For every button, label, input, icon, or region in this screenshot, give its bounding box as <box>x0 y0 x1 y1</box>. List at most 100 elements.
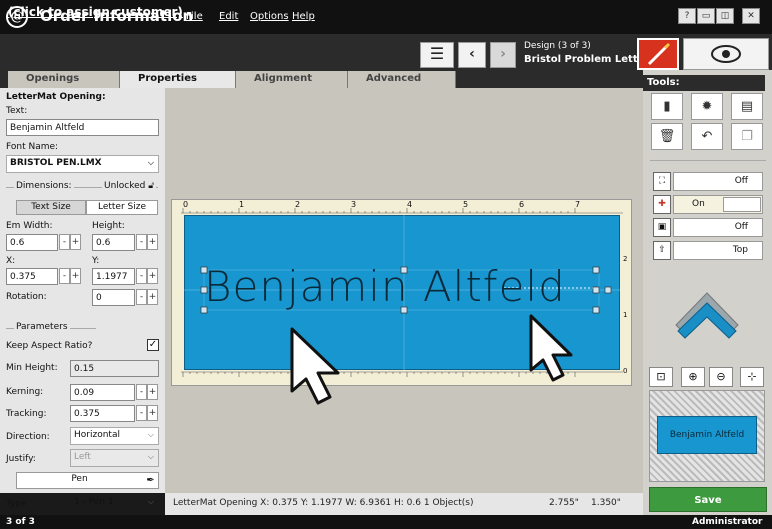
chevron-down-icon: ⌵ <box>147 158 154 167</box>
text-label: Text: <box>6 106 28 116</box>
font-value: BRISTOL PEN.LMX <box>10 158 102 168</box>
cursor-arrow-icon <box>529 314 573 382</box>
ruler-label: 7 <box>575 200 581 209</box>
close-icon[interactable]: ✕ <box>742 8 760 24</box>
help-icon[interactable]: ? <box>678 8 696 24</box>
font-name-label: Font Name: <box>6 142 59 152</box>
frame-toggle-value: Off <box>673 172 763 191</box>
tab-properties[interactable]: Properties <box>120 71 236 88</box>
ruler-label: 4 <box>407 200 413 209</box>
undo-icon[interactable]: ↶ <box>691 123 723 150</box>
min-height-input[interactable]: 0.15 <box>70 360 159 377</box>
tracking-input[interactable]: 0.375 <box>70 405 135 422</box>
minimize-icon[interactable]: ▭ <box>697 8 715 24</box>
em-width-input[interactable]: 0.6 <box>6 234 58 251</box>
type-label: Type <box>6 499 27 509</box>
tab-advanced[interactable]: Advanced <box>348 71 456 88</box>
tab-openings[interactable]: Openings <box>8 71 120 88</box>
type-select[interactable]: 1 - Pen 1 ⌵ <box>70 494 159 512</box>
parameters-label: Parameters <box>14 322 70 332</box>
font-select[interactable]: BRISTOL PEN.LMX ⌵ <box>6 155 159 173</box>
preview-button[interactable] <box>683 38 769 70</box>
tab-alignment[interactable]: Alignment <box>236 71 348 88</box>
zoom-fit-icon[interactable]: ⊡ <box>649 367 673 387</box>
unlocked-label[interactable]: Unlocked 🔓︎ <box>102 181 157 191</box>
save-button[interactable]: Save <box>649 487 767 512</box>
status-height: 1.350" <box>591 498 621 508</box>
prev-design-button[interactable]: ‹ <box>458 42 486 68</box>
frame-icon: ⛶ <box>653 172 671 191</box>
ruler-label: 0 <box>183 200 189 209</box>
center-cross-icon: ✚ <box>653 195 671 214</box>
footer-bar: 3 of 3 Administrator <box>0 515 772 529</box>
ruler-label: 1 <box>239 200 245 209</box>
design-counter: Design (3 of 3) <box>524 41 591 51</box>
height-input[interactable]: 0.6 <box>92 234 135 251</box>
restore-icon[interactable]: ◫ <box>716 8 734 24</box>
text-input[interactable]: Benjamin Altfeld <box>6 119 159 136</box>
center-toggle[interactable]: ✚ On <box>653 195 763 214</box>
letter-size-toggle[interactable]: Letter Size <box>86 200 158 215</box>
rotation-minus[interactable]: - <box>136 289 147 305</box>
status-bar: LetterMat Opening X: 0.375 Y: 1.1977 W: … <box>165 493 643 515</box>
knife-icon[interactable]: ▮ <box>651 93 683 120</box>
next-design-button[interactable]: › <box>490 42 516 68</box>
assign-customer-link[interactable]: (click to assign customer) <box>8 5 183 19</box>
y-input[interactable]: 1.1977 <box>92 268 135 285</box>
y-minus[interactable]: - <box>136 268 147 284</box>
rotation-plus[interactable]: + <box>147 289 158 305</box>
chevron-down-icon: ⌵ <box>147 452 154 461</box>
rotation-input[interactable]: 0 <box>92 289 135 306</box>
ruler-label: 2 <box>295 200 301 209</box>
menu-file[interactable]: File <box>186 11 203 22</box>
border-toggle[interactable]: ▣ Off <box>653 218 763 237</box>
tracking-label: Tracking: <box>6 409 47 419</box>
kerning-plus[interactable]: + <box>147 384 158 400</box>
direction-select[interactable]: Horizontal ⌵ <box>70 427 159 445</box>
ruler-icon[interactable]: ▤ <box>731 93 763 120</box>
ruler-side-label: 0 <box>623 367 628 375</box>
ruler-label: 3 <box>351 200 357 209</box>
justify-select[interactable]: Left ⌵ <box>70 449 159 467</box>
kerning-input[interactable]: 0.09 <box>70 384 135 401</box>
kerning-minus[interactable]: - <box>136 384 147 400</box>
x-minus[interactable]: - <box>59 268 70 284</box>
border-toggle-value: Off <box>673 218 763 237</box>
frame-toggle[interactable]: ⛶ Off <box>653 172 763 191</box>
em-width-plus[interactable]: + <box>70 234 81 250</box>
zoom-in-icon[interactable]: ⊕ <box>681 367 705 387</box>
chevron-up-icon[interactable] <box>672 285 742 340</box>
design-name: Bristol Problem Letters <box>524 54 656 65</box>
trash-icon[interactable]: 🗑︎ <box>651 123 683 150</box>
dimensions-label: Dimensions: <box>14 181 74 191</box>
zoom-out-icon[interactable]: ⊖ <box>709 367 733 387</box>
menu-edit[interactable]: Edit <box>219 11 238 22</box>
x-plus[interactable]: + <box>70 268 81 284</box>
preview-text: Benjamin Altfeld <box>657 416 757 454</box>
menu-options[interactable]: Options <box>250 11 289 22</box>
y-label: Y: <box>92 256 100 266</box>
menu-help[interactable]: Help <box>292 11 315 22</box>
tracking-minus[interactable]: - <box>136 405 147 421</box>
zoom-selection-icon[interactable]: ⊹ <box>740 367 764 387</box>
pen-tool-button[interactable] <box>637 38 679 70</box>
x-input[interactable]: 0.375 <box>6 268 58 285</box>
height-label: Height: <box>92 221 125 231</box>
hamburger-menu-icon[interactable]: ☰ <box>420 42 454 68</box>
em-width-minus[interactable]: - <box>59 234 70 250</box>
status-width: 2.755" <box>549 498 579 508</box>
square-icon: ▣ <box>653 218 671 237</box>
y-plus[interactable]: + <box>147 268 158 284</box>
canvas-text[interactable]: Benjamin Altfeld <box>204 262 614 311</box>
duplicate-icon[interactable]: ❐ <box>731 123 763 150</box>
height-minus[interactable]: - <box>136 234 147 250</box>
tracking-plus[interactable]: + <box>147 405 158 421</box>
text-size-toggle[interactable]: Text Size <box>16 200 86 215</box>
ruler-side-label: 1 <box>623 311 628 319</box>
status-text: LetterMat Opening X: 0.375 Y: 1.1977 W: … <box>173 498 474 508</box>
keep-aspect-checkbox[interactable]: ✓ <box>147 339 159 351</box>
pen-button[interactable]: Pen ✒ <box>16 472 159 489</box>
align-toggle[interactable]: ⇧ Top <box>653 241 763 260</box>
height-plus[interactable]: + <box>147 234 158 250</box>
starburst-icon[interactable]: ✹ <box>691 93 723 120</box>
